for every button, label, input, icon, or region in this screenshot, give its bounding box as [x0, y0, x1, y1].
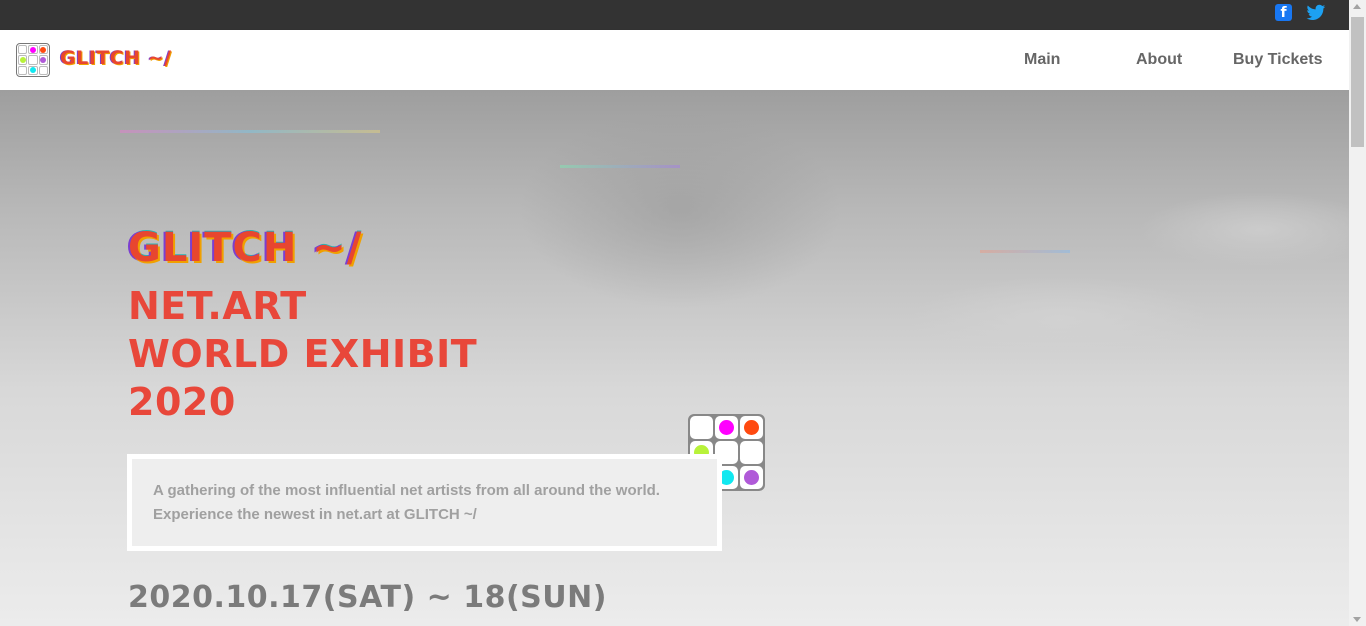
hero-title-line: NET.ART [128, 284, 307, 328]
scroll-thumb[interactable] [1351, 17, 1364, 147]
navbar: GLITCH ~/ Main About Buy Tickets [0, 30, 1349, 90]
scroll-down-icon[interactable] [1353, 617, 1361, 622]
hero-section: GLITCH ~/ NET.ART WORLD EXHIBIT 2020 A g… [0, 90, 1349, 626]
twitter-icon[interactable] [1306, 4, 1326, 22]
nav-link-main[interactable]: Main [1024, 51, 1060, 69]
description-line: Experience the newest in net.art at GLIT… [153, 506, 477, 523]
nav-link-buy-tickets[interactable]: Buy Tickets [1233, 51, 1323, 69]
description-line: A gathering of the most influential net … [153, 482, 660, 499]
description-box: A gathering of the most influential net … [127, 454, 722, 551]
site-logo-text[interactable]: GLITCH ~/ [60, 47, 172, 69]
scroll-up-icon[interactable] [1353, 4, 1361, 9]
glitch-decoration [560, 165, 680, 168]
facebook-icon[interactable]: f [1275, 4, 1292, 21]
page-scrollbar[interactable] [1349, 0, 1366, 626]
event-date: 2020.10.17(SAT) ~ 18(SUN) [128, 580, 607, 615]
hero-title: NET.ART WORLD EXHIBIT 2020 [128, 282, 648, 426]
logo-grid-icon[interactable] [16, 43, 50, 77]
hero-title-line: 2020 [128, 380, 236, 424]
hero-logo-text: GLITCH ~/ [128, 225, 363, 271]
glitch-decoration [120, 130, 380, 133]
top-bar: f [0, 0, 1366, 30]
nav-link-about[interactable]: About [1136, 51, 1182, 69]
hero-title-line: WORLD EXHIBIT [128, 332, 478, 376]
glitch-decoration [980, 250, 1070, 253]
